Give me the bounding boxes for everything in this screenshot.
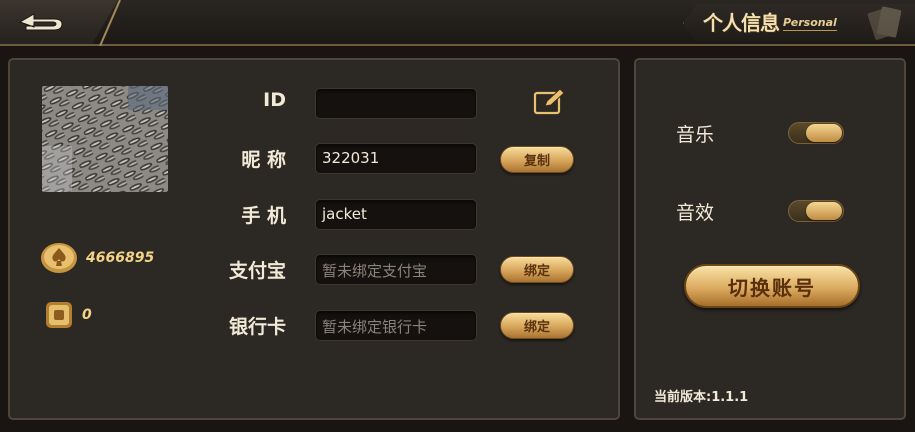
profile-panel: 4666895 0 ID 昵 称 322031 复制 手 机 jacket 支付…	[8, 58, 620, 420]
edit-icon	[533, 88, 565, 115]
phone-field: jacket	[315, 199, 477, 230]
sfx-toggle-knob	[806, 202, 842, 220]
edit-button[interactable]	[532, 88, 568, 116]
id-label: ID	[263, 89, 286, 111]
avatar[interactable]	[42, 86, 168, 192]
copy-button[interactable]: 复制	[500, 146, 574, 173]
sfx-toggle[interactable]	[788, 200, 844, 222]
bank-label: 银行卡	[228, 316, 286, 338]
nickname-label: 昵 称	[241, 149, 286, 171]
coins-stat: 4666895	[40, 242, 154, 274]
cards-value: 0	[82, 307, 92, 323]
back-arrow-icon	[18, 13, 63, 31]
avatar-image	[42, 86, 168, 192]
top-bar: 个人信息 Personal	[0, 0, 915, 46]
bind-bank-button[interactable]: 绑定	[500, 312, 574, 339]
alipay-label: 支付宝	[228, 260, 286, 282]
bank-card-field[interactable]: 暂未绑定银行卡	[315, 310, 477, 341]
id-field	[315, 88, 477, 119]
page-title-plate: 个人信息 Personal	[675, 0, 915, 46]
page-title-en: Personal	[783, 16, 837, 31]
sfx-label: 音效	[676, 202, 715, 224]
switch-account-button[interactable]: 切换账号	[684, 264, 860, 308]
phone-label: 手 机	[241, 205, 286, 227]
nickname-field: 322031	[315, 143, 477, 174]
coins-value: 4666895	[86, 250, 155, 266]
room-card-icon	[46, 302, 72, 328]
settings-panel: 音乐 音效 切换账号 当前版本:1.1.1	[634, 58, 906, 420]
version-label: 当前版本:1.1.1	[654, 390, 749, 405]
back-button[interactable]	[12, 8, 72, 36]
coin-icon	[41, 243, 77, 273]
bind-alipay-button[interactable]: 绑定	[500, 256, 574, 283]
music-label: 音乐	[676, 124, 715, 146]
page-title: 个人信息	[703, 11, 780, 35]
cards-stat: 0	[44, 300, 92, 330]
poker-cards-icon	[867, 6, 902, 40]
divider-slash	[99, 0, 121, 46]
alipay-field[interactable]: 暂未绑定支付宝	[315, 254, 477, 285]
music-toggle-knob	[806, 124, 842, 142]
music-toggle[interactable]	[788, 122, 844, 144]
